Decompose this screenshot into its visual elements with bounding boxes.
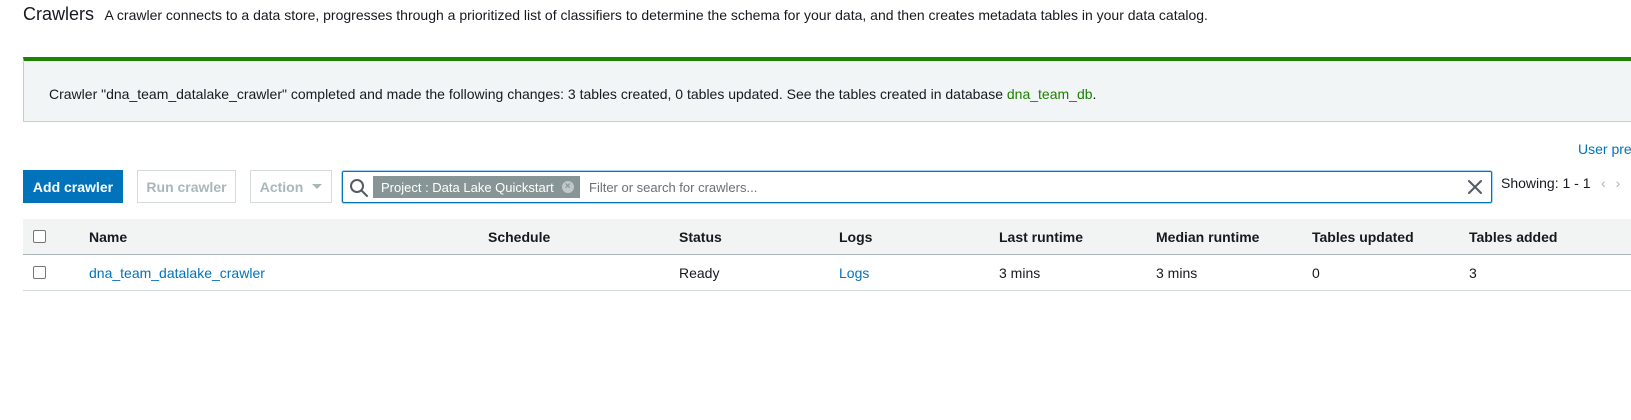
table-header: Name Schedule Status Logs Last runtime M… xyxy=(23,219,1631,255)
column-header-median-runtime[interactable]: Median runtime xyxy=(1156,219,1259,254)
column-header-status[interactable]: Status xyxy=(679,219,722,254)
row-checkbox[interactable] xyxy=(33,266,46,279)
remove-token-icon[interactable]: × xyxy=(561,181,574,193)
next-page-icon[interactable]: › xyxy=(1616,175,1631,191)
pagination-summary: Showing: 1 - 1 xyxy=(1501,175,1591,191)
pagination-controls: ‹› xyxy=(1601,175,1630,191)
search-input[interactable] xyxy=(589,176,1429,198)
crawler-last-runtime: 3 mins xyxy=(999,264,1041,281)
crawler-tables-added: 3 xyxy=(1469,264,1477,281)
page-header: Crawlers A crawler connects to a data st… xyxy=(23,4,1208,25)
column-header-last-runtime[interactable]: Last runtime xyxy=(999,219,1083,254)
banner-message: Crawler "dna_team_datalake_crawler" comp… xyxy=(49,86,1096,102)
crawler-logs-link[interactable]: Logs xyxy=(839,255,869,290)
select-all-checkbox[interactable] xyxy=(33,230,46,243)
table-row: dna_team_datalake_crawler Ready Logs 3 m… xyxy=(23,255,1631,291)
page-description: A crawler connects to a data store, prog… xyxy=(104,7,1208,23)
column-header-schedule[interactable]: Schedule xyxy=(488,219,550,254)
crawler-tables-updated: 0 xyxy=(1312,264,1320,281)
column-header-name[interactable]: Name xyxy=(89,219,127,254)
run-crawler-button[interactable]: Run crawler xyxy=(137,170,236,203)
column-header-logs[interactable]: Logs xyxy=(839,219,872,254)
page-title: Crawlers xyxy=(23,4,95,24)
action-dropdown[interactable]: Action xyxy=(250,170,332,203)
select-all-cell xyxy=(33,219,46,254)
filter-token-label: Project : Data Lake Quickstart xyxy=(381,179,554,195)
column-header-tables-updated[interactable]: Tables updated xyxy=(1312,219,1414,254)
banner-suffix: . xyxy=(1092,86,1097,102)
prev-page-icon[interactable]: ‹ xyxy=(1601,175,1616,191)
row-select-cell xyxy=(33,255,46,290)
add-crawler-button[interactable]: Add crawler xyxy=(23,170,123,203)
caret-down-icon xyxy=(312,184,323,189)
banner-text: Crawler "dna_team_datalake_crawler" comp… xyxy=(49,86,1007,102)
filter-token: Project : Data Lake Quickstart × xyxy=(373,176,580,198)
column-header-tables-added[interactable]: Tables added xyxy=(1469,219,1557,254)
crawler-median-runtime: 3 mins xyxy=(1156,264,1198,281)
user-preferences-link[interactable]: User pre xyxy=(1578,141,1631,157)
database-link[interactable]: dna_team_db xyxy=(1007,86,1093,102)
search-box[interactable]: Project : Data Lake Quickstart × xyxy=(342,171,1492,203)
clear-search-icon[interactable] xyxy=(1467,179,1483,195)
search-icon xyxy=(350,179,368,197)
action-label: Action xyxy=(259,178,304,195)
success-banner: Crawler "dna_team_datalake_crawler" comp… xyxy=(23,57,1631,122)
crawler-name-link[interactable]: dna_team_datalake_crawler xyxy=(89,255,265,290)
crawler-status: Ready xyxy=(679,264,720,281)
